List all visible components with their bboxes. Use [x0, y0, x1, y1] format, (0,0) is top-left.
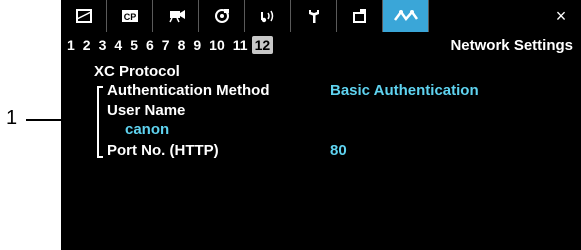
user-name-value[interactable]: canon	[125, 121, 169, 138]
protocol-heading: XC Protocol	[94, 63, 180, 80]
group-bracket	[97, 86, 103, 158]
callout-number: 1	[6, 107, 18, 129]
port-label[interactable]: Port No. (HTTP)	[107, 142, 219, 159]
auth-method-value[interactable]: Basic Authentication	[330, 82, 479, 99]
auth-method-label[interactable]: Authentication Method	[107, 82, 269, 99]
camera-menu-screen: CP × 1 2 3 4 5 6 7 8 9 10 11 12 Network …	[61, 0, 581, 250]
user-name-label[interactable]: User Name	[107, 102, 185, 119]
port-value[interactable]: 80	[330, 142, 347, 159]
settings-content: XC Protocol Authentication Method Basic …	[61, 0, 581, 250]
